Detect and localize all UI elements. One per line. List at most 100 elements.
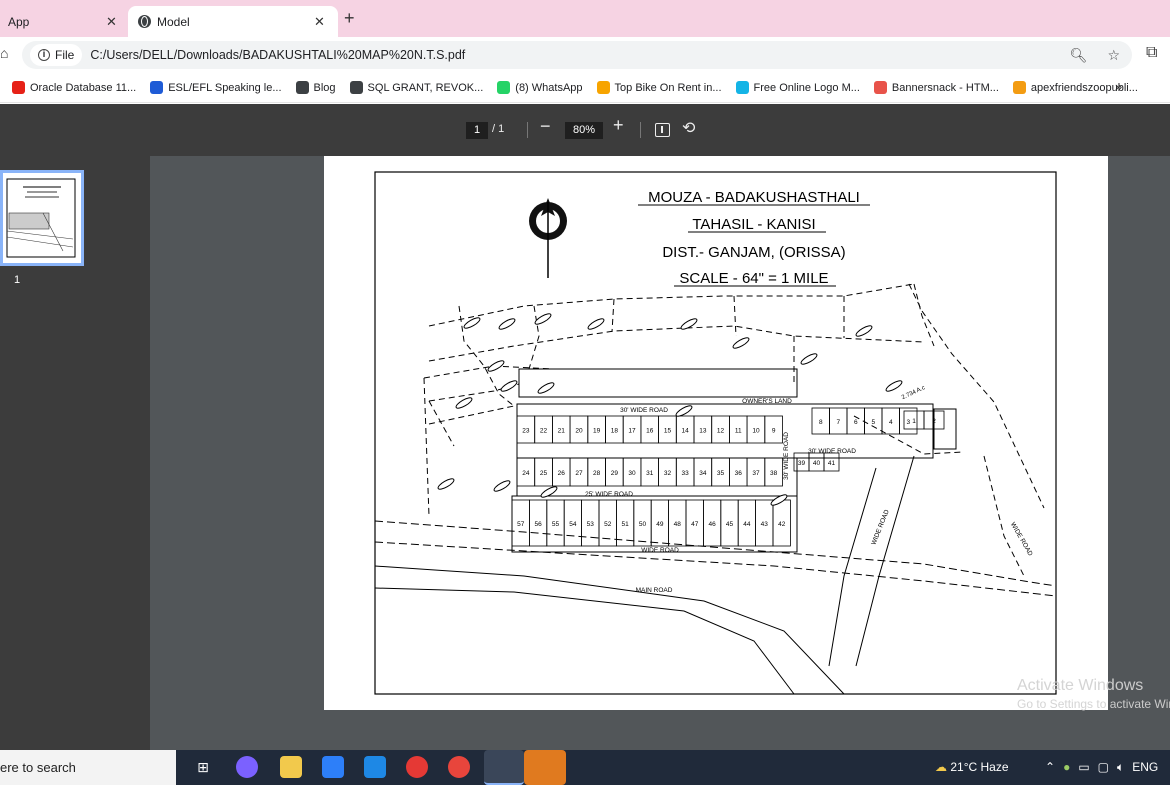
wps-office-icon[interactable] [406, 756, 428, 778]
page-thumbnail[interactable] [0, 170, 84, 266]
plot-number: 41 [828, 460, 836, 467]
plot-number: 31 [646, 470, 654, 477]
plot-number: 17 [628, 428, 636, 435]
logo-maker-icon [735, 81, 749, 94]
map-scale: SCALE - 64" = 1 MILE [679, 270, 828, 287]
plot-number: 28 [593, 470, 601, 477]
plot-number: 46 [708, 521, 716, 528]
bannersnack-icon [873, 81, 887, 94]
bookmark-item[interactable]: SQL GRANT, REVOK... [349, 81, 483, 94]
plot-number: 12 [717, 428, 725, 435]
chrome-icon[interactable] [448, 756, 470, 778]
globe-icon [138, 15, 151, 28]
plot-number: 56 [534, 521, 542, 528]
file-explorer-icon[interactable] [280, 756, 302, 778]
bookmark-item[interactable]: (8) WhatsApp [497, 81, 583, 94]
road-label: WIDE ROAD [641, 547, 679, 554]
plot-number: 51 [621, 521, 629, 528]
tab-strip: App ✕ Model ✕ + [0, 0, 1170, 37]
weather-text: 21°C Haze [950, 760, 1009, 774]
site-info-chip[interactable]: i File [30, 44, 83, 66]
extensions-icon[interactable]: ⧉ [1146, 44, 1157, 62]
rotate-icon[interactable]: ⟲ [682, 118, 695, 138]
copilot-icon[interactable] [236, 756, 258, 778]
plot-number: 6 [854, 419, 858, 426]
plot-number: 7 [836, 419, 840, 426]
store-icon[interactable] [322, 756, 344, 778]
pdf-toolbar: 1 / 1 − 80% + ⟲ [0, 104, 1170, 156]
weather-widget[interactable]: ☁ 21°C Haze [935, 760, 1009, 774]
pdf-thumbnail-sidebar: 1 [0, 156, 150, 750]
plot-number: 57 [517, 521, 525, 528]
bookmark-label: Bannersnack - HTM... [891, 81, 999, 94]
plot-number: 43 [761, 521, 769, 528]
plot-number: 15 [664, 428, 672, 435]
weather-icon: ☁ [935, 760, 947, 774]
plot-number: 24 [522, 470, 530, 477]
plot-number: 49 [656, 521, 664, 528]
watermark-subtitle: Go to Settings to activate Windows. [1017, 697, 1170, 711]
plot-number: 53 [587, 521, 595, 528]
map-district: DIST.- GANJAM, (ORISSA) [662, 244, 845, 261]
plot-number: 10 [752, 428, 760, 435]
plot-number: 50 [639, 521, 647, 528]
volume-icon[interactable]: 🔈︎ [1117, 760, 1124, 775]
language-indicator[interactable]: ENG [1132, 760, 1158, 775]
address-bar[interactable]: i File C:/Users/DELL/Downloads/BADAKUSHT… [22, 41, 1132, 69]
task-view-icon[interactable]: ⊞ [192, 756, 214, 778]
bookmark-item[interactable]: Oracle Database 11... [12, 81, 136, 94]
zoom-level-input[interactable]: 80% [565, 122, 603, 139]
zoom-icon[interactable]: 🔍︎ [1070, 47, 1088, 64]
photos-icon[interactable] [524, 750, 566, 785]
plot-number: 30 [628, 470, 636, 477]
plot-number: 9 [772, 428, 776, 435]
tab-model[interactable]: Model ✕ [128, 6, 338, 37]
bookmark-item[interactable]: Top Bike On Rent in... [596, 81, 722, 94]
plot-number: 39 [798, 460, 806, 467]
globe-icon [349, 81, 363, 94]
chevron-up-icon[interactable]: ⌃ [1045, 760, 1055, 775]
bookmark-item[interactable]: ESL/EFL Speaking le... [150, 81, 282, 94]
tab-app[interactable]: App ✕ [0, 6, 130, 37]
tab-title: App [8, 14, 30, 29]
url-text[interactable]: C:/Users/DELL/Downloads/BADAKUSHTALI%20M… [90, 48, 465, 62]
chrome-active-icon[interactable] [484, 750, 524, 785]
plot-number: 8 [819, 419, 823, 426]
home-icon[interactable]: ⌂ [0, 45, 8, 61]
bookmark-label: Free Online Logo M... [753, 81, 860, 94]
bookmark-label: (8) WhatsApp [515, 81, 583, 94]
bookmark-item[interactable]: Bannersnack - HTM... [873, 81, 999, 94]
bookmark-label: Oracle Database 11... [30, 81, 137, 94]
close-icon[interactable]: ✕ [106, 14, 117, 30]
zoom-out-button[interactable]: − [540, 116, 551, 137]
road-label: WIDE ROAD [870, 508, 891, 546]
plot-number: 25 [540, 470, 548, 477]
pdf-canvas: MOUZA - BADAKUSHASTHALI TAHASIL - KANISI… [150, 156, 1170, 750]
plot-number: 20 [575, 428, 583, 435]
bookmark-item[interactable]: Free Online Logo M... [735, 81, 860, 94]
battery-icon[interactable]: ▭ [1078, 760, 1089, 775]
plot-number: 22 [540, 428, 548, 435]
thumbnail-page-label: 1 [14, 274, 21, 286]
plot-number: 55 [552, 521, 560, 528]
close-icon[interactable]: ✕ [314, 14, 325, 30]
bookmark-star-icon[interactable]: ☆ [1107, 47, 1120, 64]
plot-number: 47 [691, 521, 699, 528]
bookmark-item[interactable]: Blog [295, 81, 336, 94]
network-icon[interactable]: ● [1063, 760, 1070, 775]
more-bookmarks-button[interactable]: » [1115, 79, 1122, 94]
taskbar-search-box[interactable]: ere to search [0, 750, 176, 785]
plot-number: 2 [932, 418, 936, 425]
fit-page-icon[interactable] [655, 123, 670, 137]
zoom-in-button[interactable]: + [613, 115, 624, 136]
page-number-input[interactable]: 1 [466, 122, 488, 139]
plot-number: 21 [558, 428, 566, 435]
plot-number: 52 [604, 521, 612, 528]
mail-icon[interactable] [364, 756, 386, 778]
windows-taskbar: ere to search ⊞ ☁ 21°C Haze ⌃ ● ▭ ▢ 🔈︎ E… [0, 750, 1170, 785]
globe-icon [295, 81, 309, 94]
new-tab-button[interactable]: + [344, 8, 355, 29]
area-label: 2.734 A.c [901, 385, 926, 401]
road-label: WIDE ROAD [1009, 521, 1034, 557]
display-icon[interactable]: ▢ [1098, 760, 1109, 775]
